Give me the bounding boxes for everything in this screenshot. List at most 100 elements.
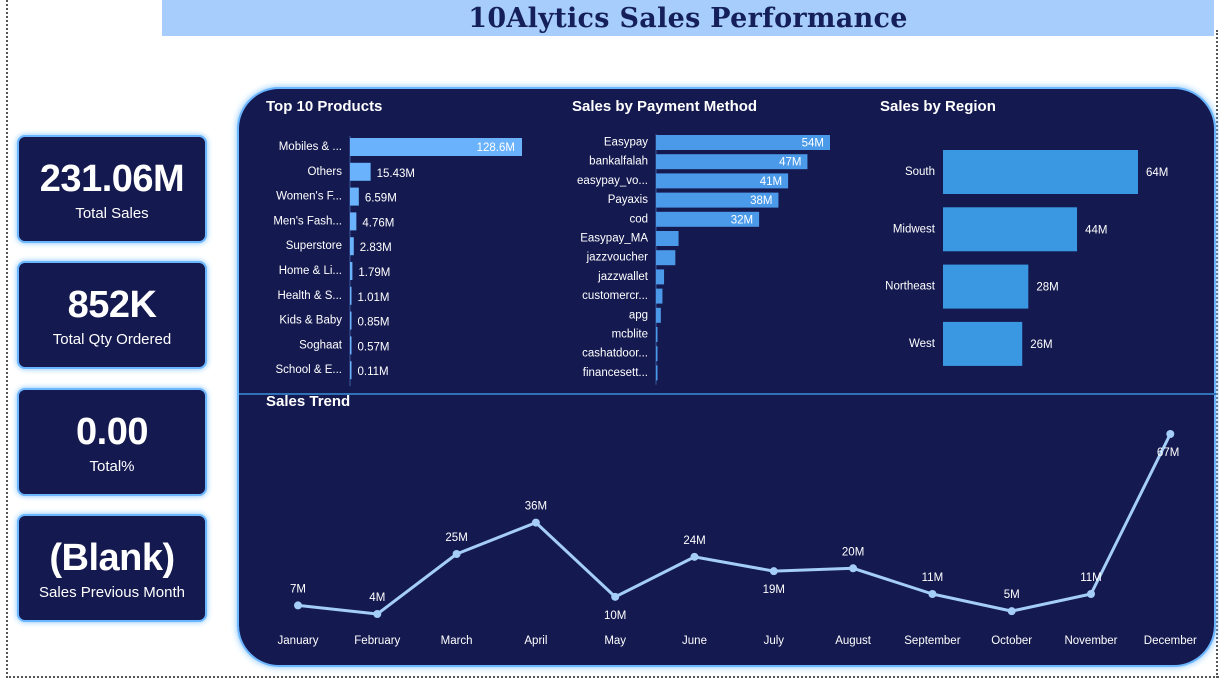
product-bar[interactable] [350,361,352,380]
product-category-label: Men's Fash... [273,215,342,227]
sales-trend-month-label: December [1144,635,1197,647]
product-category-label: Home & Li... [279,265,342,277]
sales-trend-point[interactable] [1087,590,1095,598]
sales-trend-value-label: 67M [1157,447,1179,459]
sales-trend-value-label: 24M [683,535,705,547]
region-category-label: Northeast [885,281,936,293]
product-category-label: Mobiles & ... [279,141,342,153]
payment-category-label: jazzvoucher [586,252,649,264]
sales-trend-point[interactable] [294,601,302,610]
sales-trend-month-label: June [682,635,707,647]
payment-bar[interactable] [656,327,658,342]
sales-trend-point[interactable] [373,610,382,618]
product-bar[interactable] [350,212,357,231]
product-bar[interactable] [350,311,352,330]
region-bar[interactable] [943,264,1029,309]
region-value-label: 28M [1036,282,1058,294]
region-value-label: 44M [1085,224,1107,236]
sales-trend-point[interactable] [769,567,778,576]
payment-category-label: Payaxis [608,194,649,206]
payment-bar[interactable] [656,231,679,246]
sales-trend-month-label: July [764,635,785,647]
sales-trend-value-label: 25M [445,532,467,544]
product-value-label: 0.11M [358,366,389,378]
payment-category-label: cashatdoor... [582,348,648,360]
sales-trend-line[interactable] [297,433,1172,616]
product-bar[interactable] [350,237,354,256]
payment-bar[interactable] [656,346,658,362]
payment-value-label: 47M [779,157,801,169]
sales-trend-value-label: 19M [763,584,785,596]
sales-trend-point[interactable] [531,518,540,527]
product-bar[interactable] [350,162,371,181]
payment-category-label: bankalfalah [589,156,648,168]
payment-bar[interactable] [656,269,665,285]
sales-trend-month-label: October [991,635,1032,647]
sales-trend-month-label: January [278,635,319,647]
sales-trend-point[interactable] [611,592,620,601]
region-value-label: 26M [1030,339,1052,351]
region-bar[interactable] [943,150,1138,194]
sales-trend-value-label: 11M [922,572,944,584]
product-value-label: 6.59M [365,193,397,205]
sales-trend-point[interactable] [1007,607,1016,616]
sales-trend-month-label: May [604,635,626,647]
payment-bar[interactable] [656,288,663,304]
sales-trend-month-label: August [835,635,872,647]
payment-category-label: easypay_vo... [577,175,648,187]
product-category-label: Health & S... [277,290,342,302]
payment-category-label: financesett... [583,367,648,379]
region-category-label: South [905,166,935,178]
product-category-label: Others [307,166,342,178]
product-value-label: 15.43M [377,168,415,180]
payment-bar[interactable] [656,250,676,266]
charts-layer: Mobiles & ... 128.6M Others 15.43M Women's F… [273,134,1197,647]
sales-trend-value-label: 7M [290,583,306,595]
payment-bar[interactable] [656,307,661,323]
product-value-label: 0.57M [358,341,390,353]
sales-trend-month-label: April [524,635,547,647]
sales-trend-value-label: 10M [604,610,626,622]
product-value-label: 1.79M [358,267,390,279]
sales-trend-point[interactable] [452,550,461,558]
product-bar[interactable] [350,336,352,355]
product-category-label: School & E... [276,364,342,376]
product-bar[interactable] [350,286,352,305]
payment-value-label: 41M [760,176,782,188]
region-bar[interactable] [943,207,1078,252]
region-bar[interactable] [943,321,1023,366]
sales-trend-point[interactable] [1166,430,1175,438]
sales-trend-month-label: February [354,635,400,647]
sales-trend-point[interactable] [849,564,858,573]
payment-category-label: apg [629,309,648,321]
sales-trend-month-label: March [441,635,473,647]
product-bar[interactable] [350,262,353,280]
region-value-label: 64M [1146,167,1168,179]
payment-category-label: Easypay_MA [580,233,648,245]
product-category-label: Superstore [286,240,342,252]
sales-trend-point[interactable] [690,552,699,561]
sales-trend-value-label: 36M [525,501,547,513]
payment-category-label: customercr... [582,290,648,302]
sales-trend-value-label: 4M [369,592,385,604]
product-value-label: 2.83M [360,242,392,254]
payment-value-label: 32M [731,214,753,226]
region-category-label: West [909,338,936,350]
payment-category-label: jazzwallet [597,271,649,283]
sales-trend-value-label: 11M [1080,572,1102,584]
product-value-label: 0.85M [358,317,390,329]
sales-trend-point[interactable] [928,590,937,598]
product-bar[interactable] [350,187,359,206]
product-value-label: 4.76M [362,217,394,229]
product-category-label: Women's F... [276,191,342,203]
sales-trend-month-label: September [904,635,960,647]
region-category-label: Midwest [893,223,936,235]
payment-category-label: Easypay [604,137,648,149]
payment-value-label: 54M [802,138,824,150]
payment-category-label: mcblite [612,329,648,341]
sales-trend-month-label: November [1064,635,1117,647]
payment-category-label: cod [629,213,648,225]
payment-bar[interactable] [656,365,658,381]
product-category-label: Soghaat [299,339,343,351]
product-value-label: 1.01M [358,292,390,304]
